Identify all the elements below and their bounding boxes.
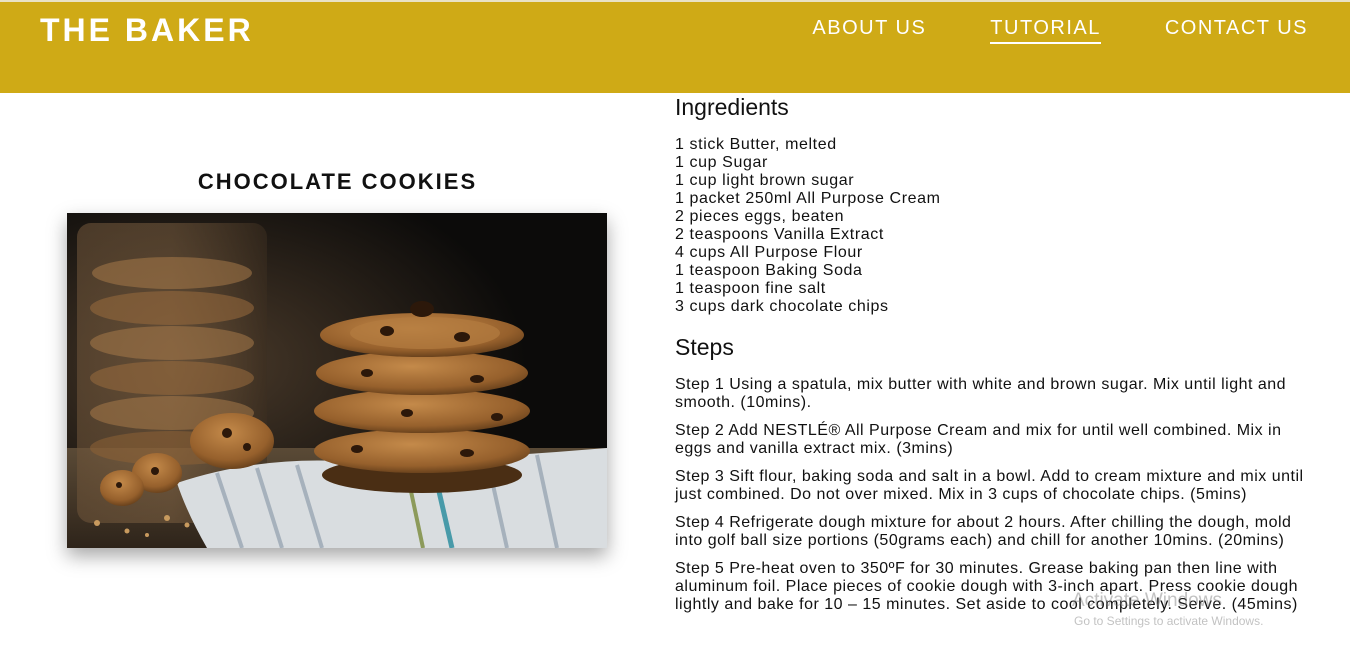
step-item: Step 3 Sift flour, baking soda and salt … [675,468,1304,503]
step-item: Step 2 Add NESTLÉ® All Purpose Cream and… [675,422,1282,457]
step-item: Step 4 Refrigerate dough mixture for abo… [675,514,1292,549]
ingredient-item: 1 cup Sugar [675,154,768,171]
ingredient-item: 1 teaspoon fine salt [675,280,826,297]
nav-about-us[interactable]: ABOUT US [812,17,926,44]
steps-list: Step 1 Using a spatula, mix butter with … [675,376,1305,624]
ingredient-item: 1 teaspoon Baking Soda [675,262,863,279]
site-logo[interactable]: THE BAKER [40,12,254,49]
ingredient-item: 1 stick Butter, melted [675,136,837,153]
page: THE BAKER ABOUT US TUTORIAL CONTACT US C… [0,0,1350,663]
main-nav: ABOUT US TUTORIAL CONTACT US [748,17,1308,44]
nav-contact-us[interactable]: CONTACT US [1165,17,1308,44]
cookies-photo-illustration [67,213,607,548]
site-header: THE BAKER ABOUT US TUTORIAL CONTACT US [0,0,1350,93]
step-item: Step 1 Using a spatula, mix butter with … [675,376,1287,411]
recipe-details: Ingredients 1 stick Butter, melted 1 cup… [675,93,1315,663]
step-item: Step 5 Pre-heat oven to 350ºF for 30 min… [675,560,1299,613]
nav-tutorial[interactable]: TUTORIAL [990,17,1101,44]
recipe-title: CHOCOLATE COOKIES [197,169,478,194]
ingredient-item: 4 cups All Purpose Flour [675,244,863,261]
ingredient-item: 1 packet 250ml All Purpose Cream [675,190,941,207]
ingredients-list: 1 stick Butter, melted 1 cup Sugar 1 cup… [675,136,941,316]
ingredient-item: 3 cups dark chocolate chips [675,298,889,315]
ingredient-item: 2 teaspoons Vanilla Extract [675,226,884,243]
steps-heading: Steps [675,334,734,360]
cookies-photo [67,213,607,548]
recipe-panel: CHOCOLATE COOKIES [0,93,675,663]
ingredient-item: 1 cup light brown sugar [675,172,855,189]
ingredients-heading: Ingredients [675,94,789,120]
ingredient-item: 2 pieces eggs, beaten [675,208,845,225]
